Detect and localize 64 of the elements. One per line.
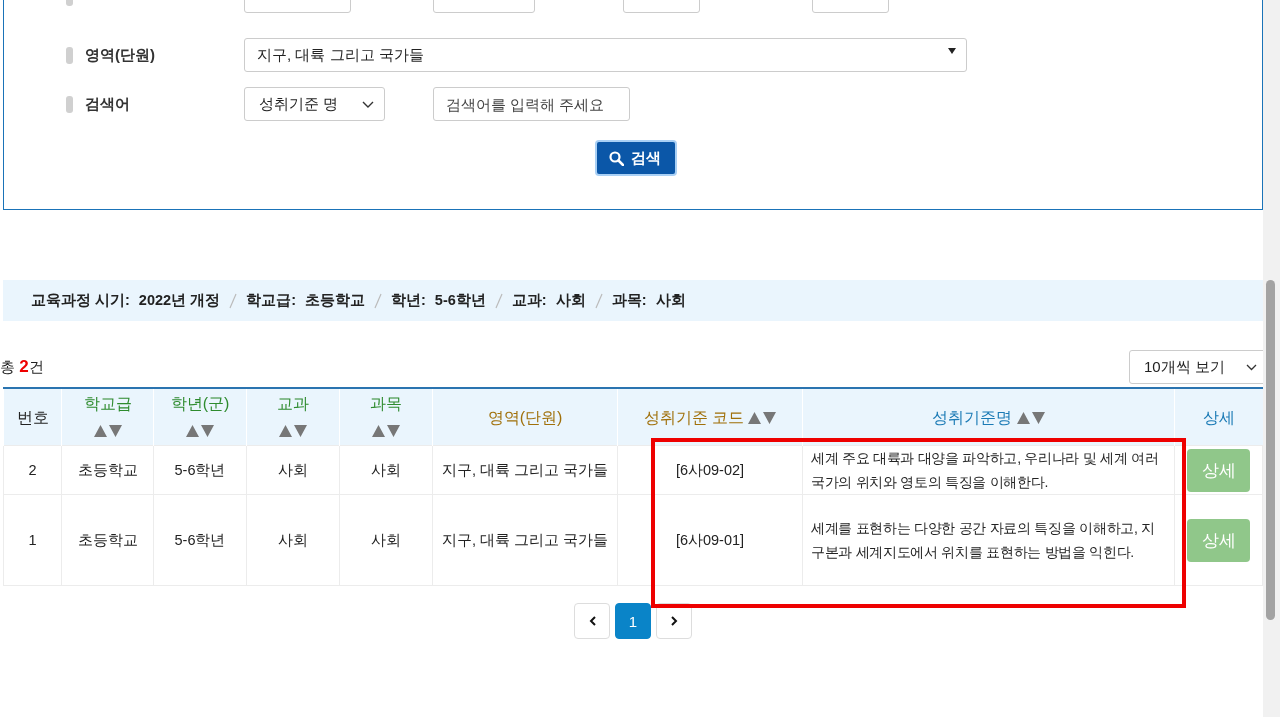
- table-cell: 세계 주요 대륙과 대양을 파악하고, 우리나라 및 세계 여러 국가의 위치와 영토의 특징을 이해한다.: [811, 450, 1159, 490]
- filter-value: 초등학교: [305, 291, 365, 310]
- select-value: 지구, 대륙 그리고 국가들: [257, 45, 424, 65]
- table-cell: 사회: [278, 461, 308, 478]
- table-cell: 2: [28, 462, 37, 478]
- chevron-down-icon: [362, 100, 374, 108]
- search-icon: [608, 150, 624, 166]
- scrollbar-thumb[interactable]: [1266, 280, 1275, 620]
- table-cell: [6사09-02]: [675, 461, 745, 478]
- sort-arrows-icon[interactable]: [748, 410, 777, 424]
- table-cell: 세계를 표현하는 다양한 공간 자료의 특징을 이해하고, 지구본과 세계지도에서 위치를 표현하는 방법을 익힌다.: [811, 520, 1155, 560]
- search-button[interactable]: 검색: [594, 140, 677, 176]
- column-header: 교과: [277, 395, 309, 412]
- filter-label: 학년:: [391, 291, 426, 310]
- sort-arrows-icon[interactable]: [1016, 410, 1045, 424]
- slash-separator-icon: [229, 292, 238, 309]
- column-header: 성취기준명: [932, 408, 1013, 426]
- table-cell: 초등학교: [77, 531, 138, 548]
- column-header: 과목: [370, 395, 402, 412]
- table-cell: 1: [28, 532, 37, 548]
- slash-separator-icon: [494, 292, 503, 309]
- table-cell: 지구, 대륙 그리고 국가들: [441, 531, 609, 548]
- bullet-icon: [66, 95, 73, 113]
- field-label: 검색어: [85, 94, 131, 114]
- search-input[interactable]: 검색어를 입력해 주세요: [433, 87, 630, 121]
- table-cell: 사회: [371, 461, 401, 478]
- select-value: 성취기준 명: [259, 94, 339, 114]
- table-cell: 사회: [278, 531, 308, 548]
- sort-arrows-icon[interactable]: [186, 424, 214, 437]
- filter-label: 교육과정 시기:: [31, 291, 130, 310]
- column-header: 학교급: [83, 395, 132, 412]
- column-header: 번호: [16, 408, 49, 426]
- dropdown-arrow-icon: [948, 48, 956, 54]
- filter-value: 2022년 개정: [138, 291, 221, 310]
- filter-value: 사회: [655, 291, 686, 310]
- filter-value: 사회: [555, 291, 586, 310]
- sort-arrows-icon[interactable]: [372, 424, 400, 437]
- chevron-down-icon: [1246, 363, 1257, 371]
- chevron-right-icon: [670, 616, 678, 626]
- column-header: 학년(군): [170, 395, 230, 412]
- field-label: 영역(단원): [85, 45, 156, 65]
- table-cell: [6사09-01]: [675, 531, 745, 548]
- column-header: 상세: [1202, 408, 1235, 426]
- column-header: 영역(단원): [487, 408, 563, 426]
- sort-arrows-icon[interactable]: [279, 424, 307, 437]
- page-button[interactable]: 1: [615, 603, 651, 639]
- slash-separator-icon: [594, 292, 603, 309]
- filter-label: 학교급:: [246, 291, 296, 310]
- table-cell: 초등학교: [77, 461, 138, 478]
- filter-label: 과목:: [611, 291, 647, 310]
- bullet-icon: [66, 46, 73, 64]
- slash-separator-icon: [374, 292, 382, 309]
- select-field[interactable]: 지구, 대륙 그리고 국가들: [244, 38, 967, 72]
- table-cell: 5-6학년: [174, 531, 226, 548]
- filter-label: 교과:: [511, 291, 547, 310]
- filter-value: 5-6학년: [434, 291, 486, 310]
- table-cell: 사회: [371, 531, 401, 548]
- column-header: 성취기준 코드: [643, 408, 744, 426]
- chevron-left-icon: [588, 616, 596, 626]
- table-cell: 지구, 대륙 그리고 국가들: [441, 461, 609, 478]
- sort-arrows-icon[interactable]: [93, 424, 122, 437]
- select-field[interactable]: 성취기준 명: [244, 87, 385, 121]
- table-cell: 5-6학년: [174, 461, 226, 478]
- total-count: 총 2건: [0, 357, 44, 377]
